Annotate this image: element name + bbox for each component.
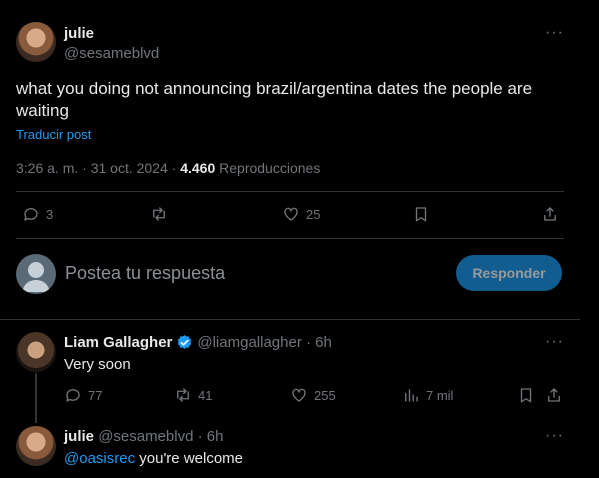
view-label: Reproducciones [219,160,321,176]
avatar[interactable] [16,22,56,62]
view-count: 7 mil [426,387,454,403]
heart-icon [292,388,306,402]
translate-link[interactable]: Traducir post [16,127,91,142]
handle-time[interactable]: @liamgallagher · 6h [197,334,331,351]
reply-count: 3 [46,206,54,222]
reply-icon [24,208,38,221]
bookmark-icon [415,207,427,222]
divider [0,319,580,320]
repost-count: 41 [198,387,213,403]
divider [16,238,564,239]
more-options-button[interactable]: ··· [545,333,564,351]
repost-icon [153,207,165,221]
mention-link[interactable]: @oasisrec [64,450,135,467]
repost-action[interactable]: 41 [174,386,212,404]
thread-line [35,373,37,423]
divider [16,191,564,192]
more-options-button[interactable]: ··· [545,427,564,445]
like-count: 25 [306,206,321,222]
post-text: what you doing not announcing brazil/arg… [16,79,533,120]
share-icon [544,207,556,221]
bookmark-action[interactable] [517,386,535,404]
like-count: 255 [314,387,336,403]
author-handle[interactable]: @sesameblvd [64,45,159,62]
user-avatar [16,254,56,294]
reply-icon [66,389,80,402]
bookmark-icon [520,388,532,403]
post-timestamp[interactable]: 3:26 a. m. · 31 oct. 2024 · [16,160,176,176]
reply-header: Liam Gallagher @liamgallagher · 6h [64,334,332,351]
post-meta: 3:26 a. m. · 31 oct. 2024 · 4.460 Reprod… [16,160,320,176]
like-action[interactable]: 25 [282,205,320,223]
reply-text: @oasisrec you're welcome [64,450,243,467]
user-placeholder-icon [22,262,50,292]
avatar[interactable] [16,426,56,466]
more-options-button[interactable]: ··· [545,24,564,42]
view-count: 4.460 [180,160,216,176]
share-icon [548,388,560,402]
author-name[interactable]: Liam Gallagher [64,334,172,351]
handle-time[interactable]: @sesameblvd · 6h [98,428,223,445]
avatar[interactable] [16,332,56,372]
heart-icon [284,207,298,221]
reply-button[interactable]: Responder [456,255,562,291]
reply-text: Very soon [64,356,131,373]
views-action[interactable]: 7 mil [402,386,453,404]
verified-badge-icon [178,335,192,349]
reply-body: you're welcome [135,450,244,467]
analytics-icon [405,389,418,402]
author-name[interactable]: julie [64,25,94,42]
reply-header: julie @sesameblvd · 6h [64,428,223,445]
repost-action[interactable] [150,205,168,223]
author-name[interactable]: julie [64,428,94,445]
reply-input[interactable]: Postea tu respuesta [65,263,225,284]
reply-action[interactable]: 3 [22,205,53,223]
like-action[interactable]: 255 [290,386,336,404]
share-action[interactable] [541,205,559,223]
bookmark-action[interactable] [412,205,430,223]
reply-action[interactable]: 77 [64,386,102,404]
repost-icon [177,388,189,402]
reply-count: 77 [88,387,103,403]
share-action[interactable] [545,386,563,404]
